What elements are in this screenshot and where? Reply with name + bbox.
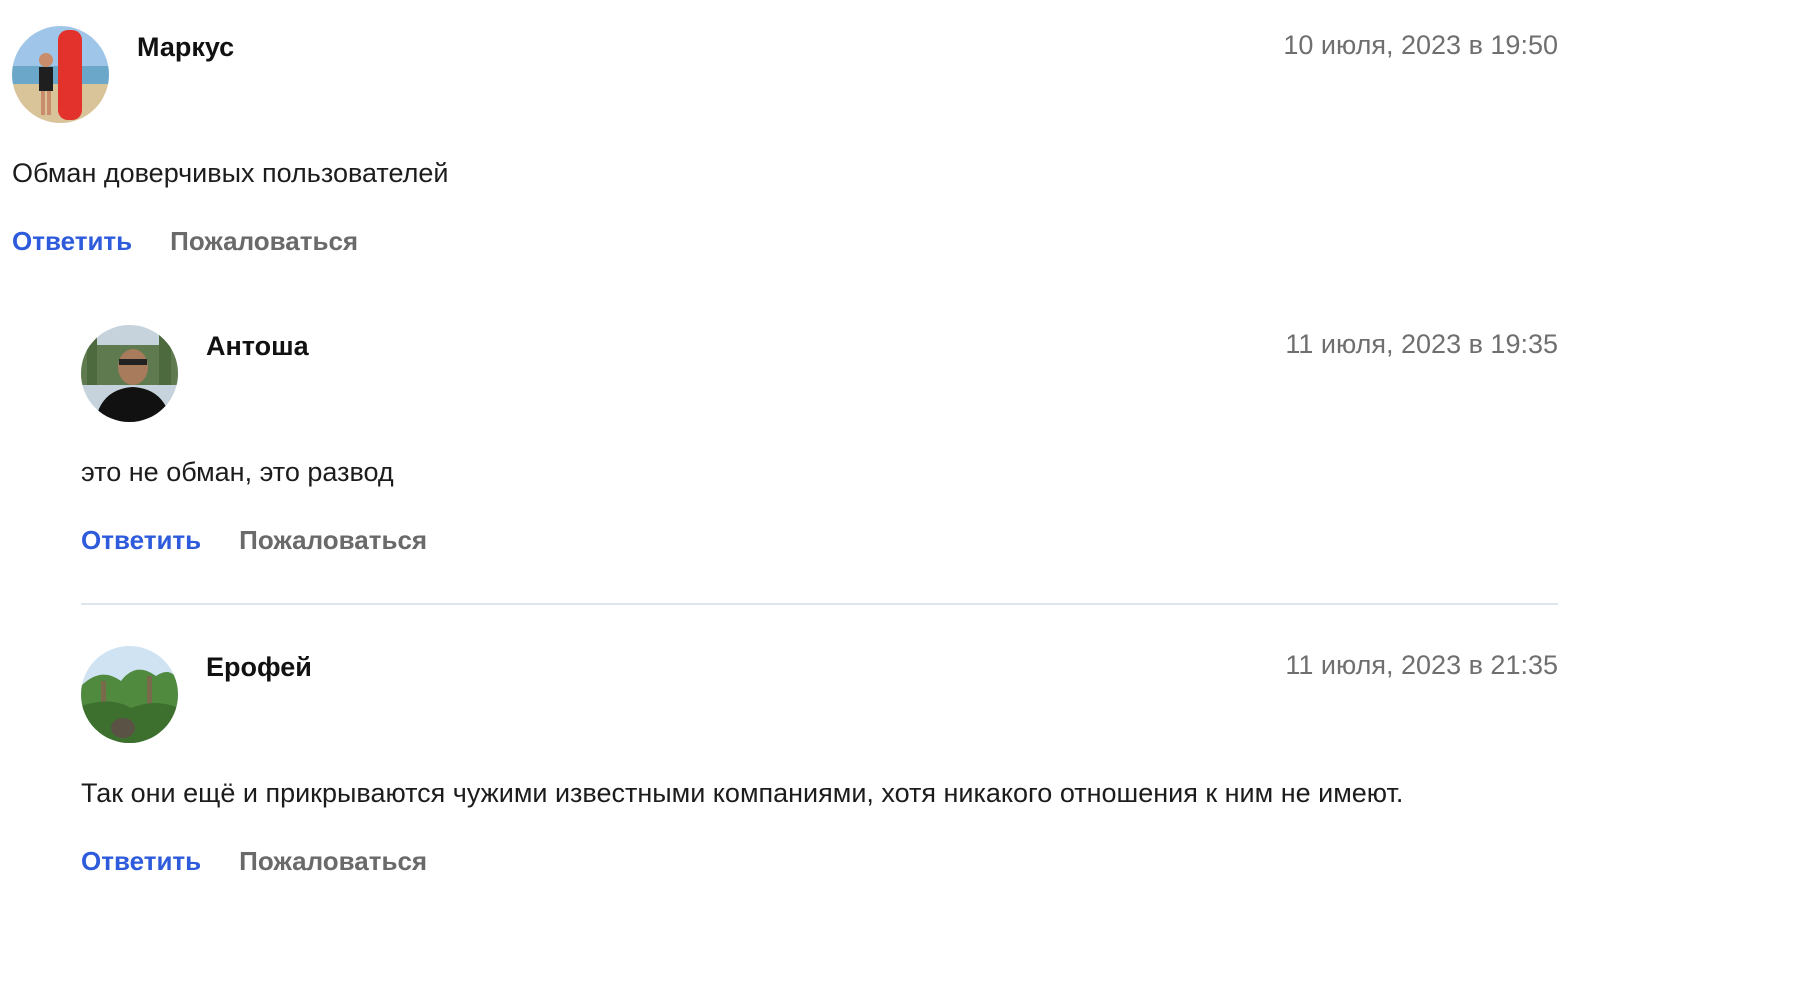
author-name: Маркус — [137, 32, 235, 62]
comment-text: Так они ещё и прикрываются чужими извест… — [81, 778, 1404, 808]
avatar[interactable] — [81, 325, 178, 422]
comment: Маркус 10 июля, 2023 в 19:50 Обман довер… — [12, 26, 1558, 257]
report-button[interactable]: Пожаловаться — [239, 525, 427, 555]
comment-actions: Ответить Пожаловаться — [12, 226, 1558, 257]
comment-date: 11 июля, 2023 в 21:35 — [1285, 650, 1558, 680]
comment-actions: Ответить Пожаловаться — [81, 846, 1558, 877]
reply-button[interactable]: Ответить — [81, 846, 201, 876]
comment-date: 10 июля, 2023 в 19:50 — [1283, 30, 1558, 60]
comment-header: Маркус 10 июля, 2023 в 19:50 — [12, 26, 1558, 124]
comment-reply: Ерофей 11 июля, 2023 в 21:35 Так они ещё… — [81, 646, 1558, 877]
comment-date: 11 июля, 2023 в 19:35 — [1285, 329, 1558, 359]
comment-actions: Ответить Пожаловаться — [81, 525, 1558, 556]
comment-text: это не обман, это развод — [81, 457, 394, 487]
reply-button[interactable]: Ответить — [81, 525, 201, 555]
report-button[interactable]: Пожаловаться — [239, 846, 427, 876]
reply-button[interactable]: Ответить — [12, 226, 132, 256]
comment-header: Антоша 11 июля, 2023 в 19:35 — [81, 325, 1558, 423]
report-button[interactable]: Пожаловаться — [170, 226, 358, 256]
comment-header: Ерофей 11 июля, 2023 в 21:35 — [81, 646, 1558, 744]
avatar[interactable] — [81, 646, 178, 743]
divider — [81, 603, 1558, 605]
author-name: Антоша — [206, 331, 309, 361]
author-name: Ерофей — [206, 652, 312, 682]
avatar[interactable] — [12, 26, 109, 123]
comment-text: Обман доверчивых пользователей — [12, 158, 449, 188]
comment-reply: Антоша 11 июля, 2023 в 19:35 это не обма… — [81, 325, 1558, 556]
